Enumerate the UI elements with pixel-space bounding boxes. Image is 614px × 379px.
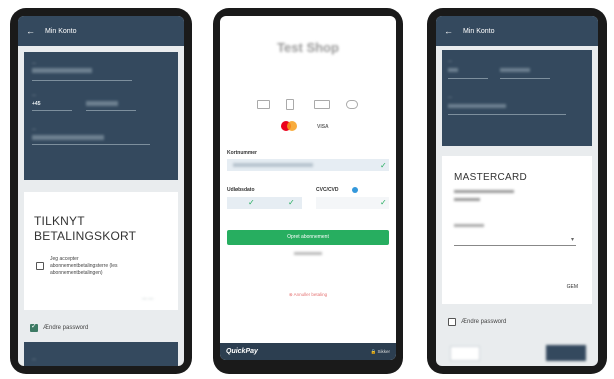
attach-card-heading: TILKNYT BETALINGSKORT — [34, 214, 137, 243]
logout-button[interactable] — [450, 346, 480, 361]
card-number-input[interactable] — [227, 159, 389, 171]
change-password-checkbox[interactable] — [30, 322, 38, 332]
password-card: — — [24, 342, 178, 366]
screen-account-attach-card: ← Min Konto — — +45 — TILKNYT BETALINGSK… — [18, 16, 184, 366]
secure-label: 🔒 Sikker — [370, 348, 390, 354]
app-bar-title: Min Konto — [45, 27, 77, 35]
card-number-valid-icon: ✓ — [380, 161, 387, 170]
card-brand: MASTERCARD — [454, 172, 528, 183]
saved-card-panel: MASTERCARD ▾ GEM — [442, 156, 592, 304]
phone-field[interactable] — [500, 68, 530, 72]
country-code-field[interactable]: +45 — [32, 101, 40, 107]
phone-1: ← Min Konto — — +45 — TILKNYT BETALINGSK… — [10, 8, 192, 374]
phone-2: Test Shop VISA Kortnummer ✓ Udløbsdato ✓… — [213, 8, 403, 374]
consent-checkbox[interactable] — [36, 262, 44, 270]
change-password-label: Ændre password — [461, 319, 507, 325]
name-field[interactable] — [32, 68, 92, 73]
mobile-pay-icon — [286, 99, 294, 110]
attach-card-panel: TILKNYT BETALINGSKORT Jeg accepter abonn… — [24, 192, 178, 310]
masked-card-number — [454, 190, 514, 193]
save-button[interactable]: GEM — [567, 284, 578, 290]
card-reader-icon — [314, 100, 330, 109]
app-bar-title: Min Konto — [463, 27, 495, 35]
card-expiry — [454, 198, 480, 201]
app-bar: ← Min Konto — [18, 16, 184, 46]
card-number-label: Kortnummer — [227, 150, 258, 156]
cancel-payment-link[interactable]: ⊗ Annuller betaling — [220, 292, 396, 298]
wallet-icon — [346, 100, 358, 109]
payment-footer: QuickPay 🔒 Sikker — [220, 343, 396, 360]
quickpay-logo: QuickPay — [226, 348, 258, 355]
visa-icon: VISA — [317, 124, 329, 130]
cvc-input[interactable] — [316, 197, 389, 209]
email-field[interactable] — [448, 104, 506, 108]
amount-text — [294, 252, 322, 255]
chevron-down-icon: ▾ — [570, 237, 574, 243]
credit-card-icon — [257, 100, 270, 109]
account-details-card: — — +45 — — [24, 52, 178, 180]
expiry-label: Udløbsdato — [227, 187, 255, 193]
back-arrow-icon[interactable]: ← — [444, 26, 453, 36]
next-button[interactable]: — — — [142, 296, 153, 302]
expiry-month-valid-icon: ✓ — [248, 198, 255, 207]
screen-payment-window: Test Shop VISA Kortnummer ✓ Udløbsdato ✓… — [220, 16, 396, 360]
card-select[interactable]: ▾ — [454, 236, 576, 246]
expiry-year-valid-icon: ✓ — [288, 198, 295, 207]
account-details-card: — — — [442, 50, 592, 146]
pay-button[interactable]: Opret abonnement — [227, 230, 389, 245]
phone-field[interactable] — [86, 101, 118, 106]
phone-3: ← Min Konto — — MASTERCARD ▾ GEM Ændre p… — [427, 8, 607, 374]
change-password-checkbox[interactable] — [448, 318, 456, 326]
info-icon[interactable] — [352, 187, 358, 193]
submit-button[interactable] — [546, 345, 586, 361]
app-bar: ← Min Konto — [436, 16, 598, 46]
back-arrow-icon[interactable]: ← — [26, 26, 35, 36]
country-code-field[interactable] — [448, 68, 458, 72]
cvc-valid-icon: ✓ — [380, 198, 387, 207]
change-password-label: Ændre password — [43, 325, 89, 331]
shop-title: Test Shop — [277, 40, 339, 55]
screen-account-card-saved: ← Min Konto — — MASTERCARD ▾ GEM Ændre p… — [436, 16, 598, 366]
email-field[interactable] — [32, 135, 104, 140]
dropdown-label — [454, 224, 484, 227]
consent-text: Jeg accepter abonnementbetalingsterre (l… — [50, 256, 118, 276]
cvc-label: CVC/CVD — [316, 187, 339, 193]
